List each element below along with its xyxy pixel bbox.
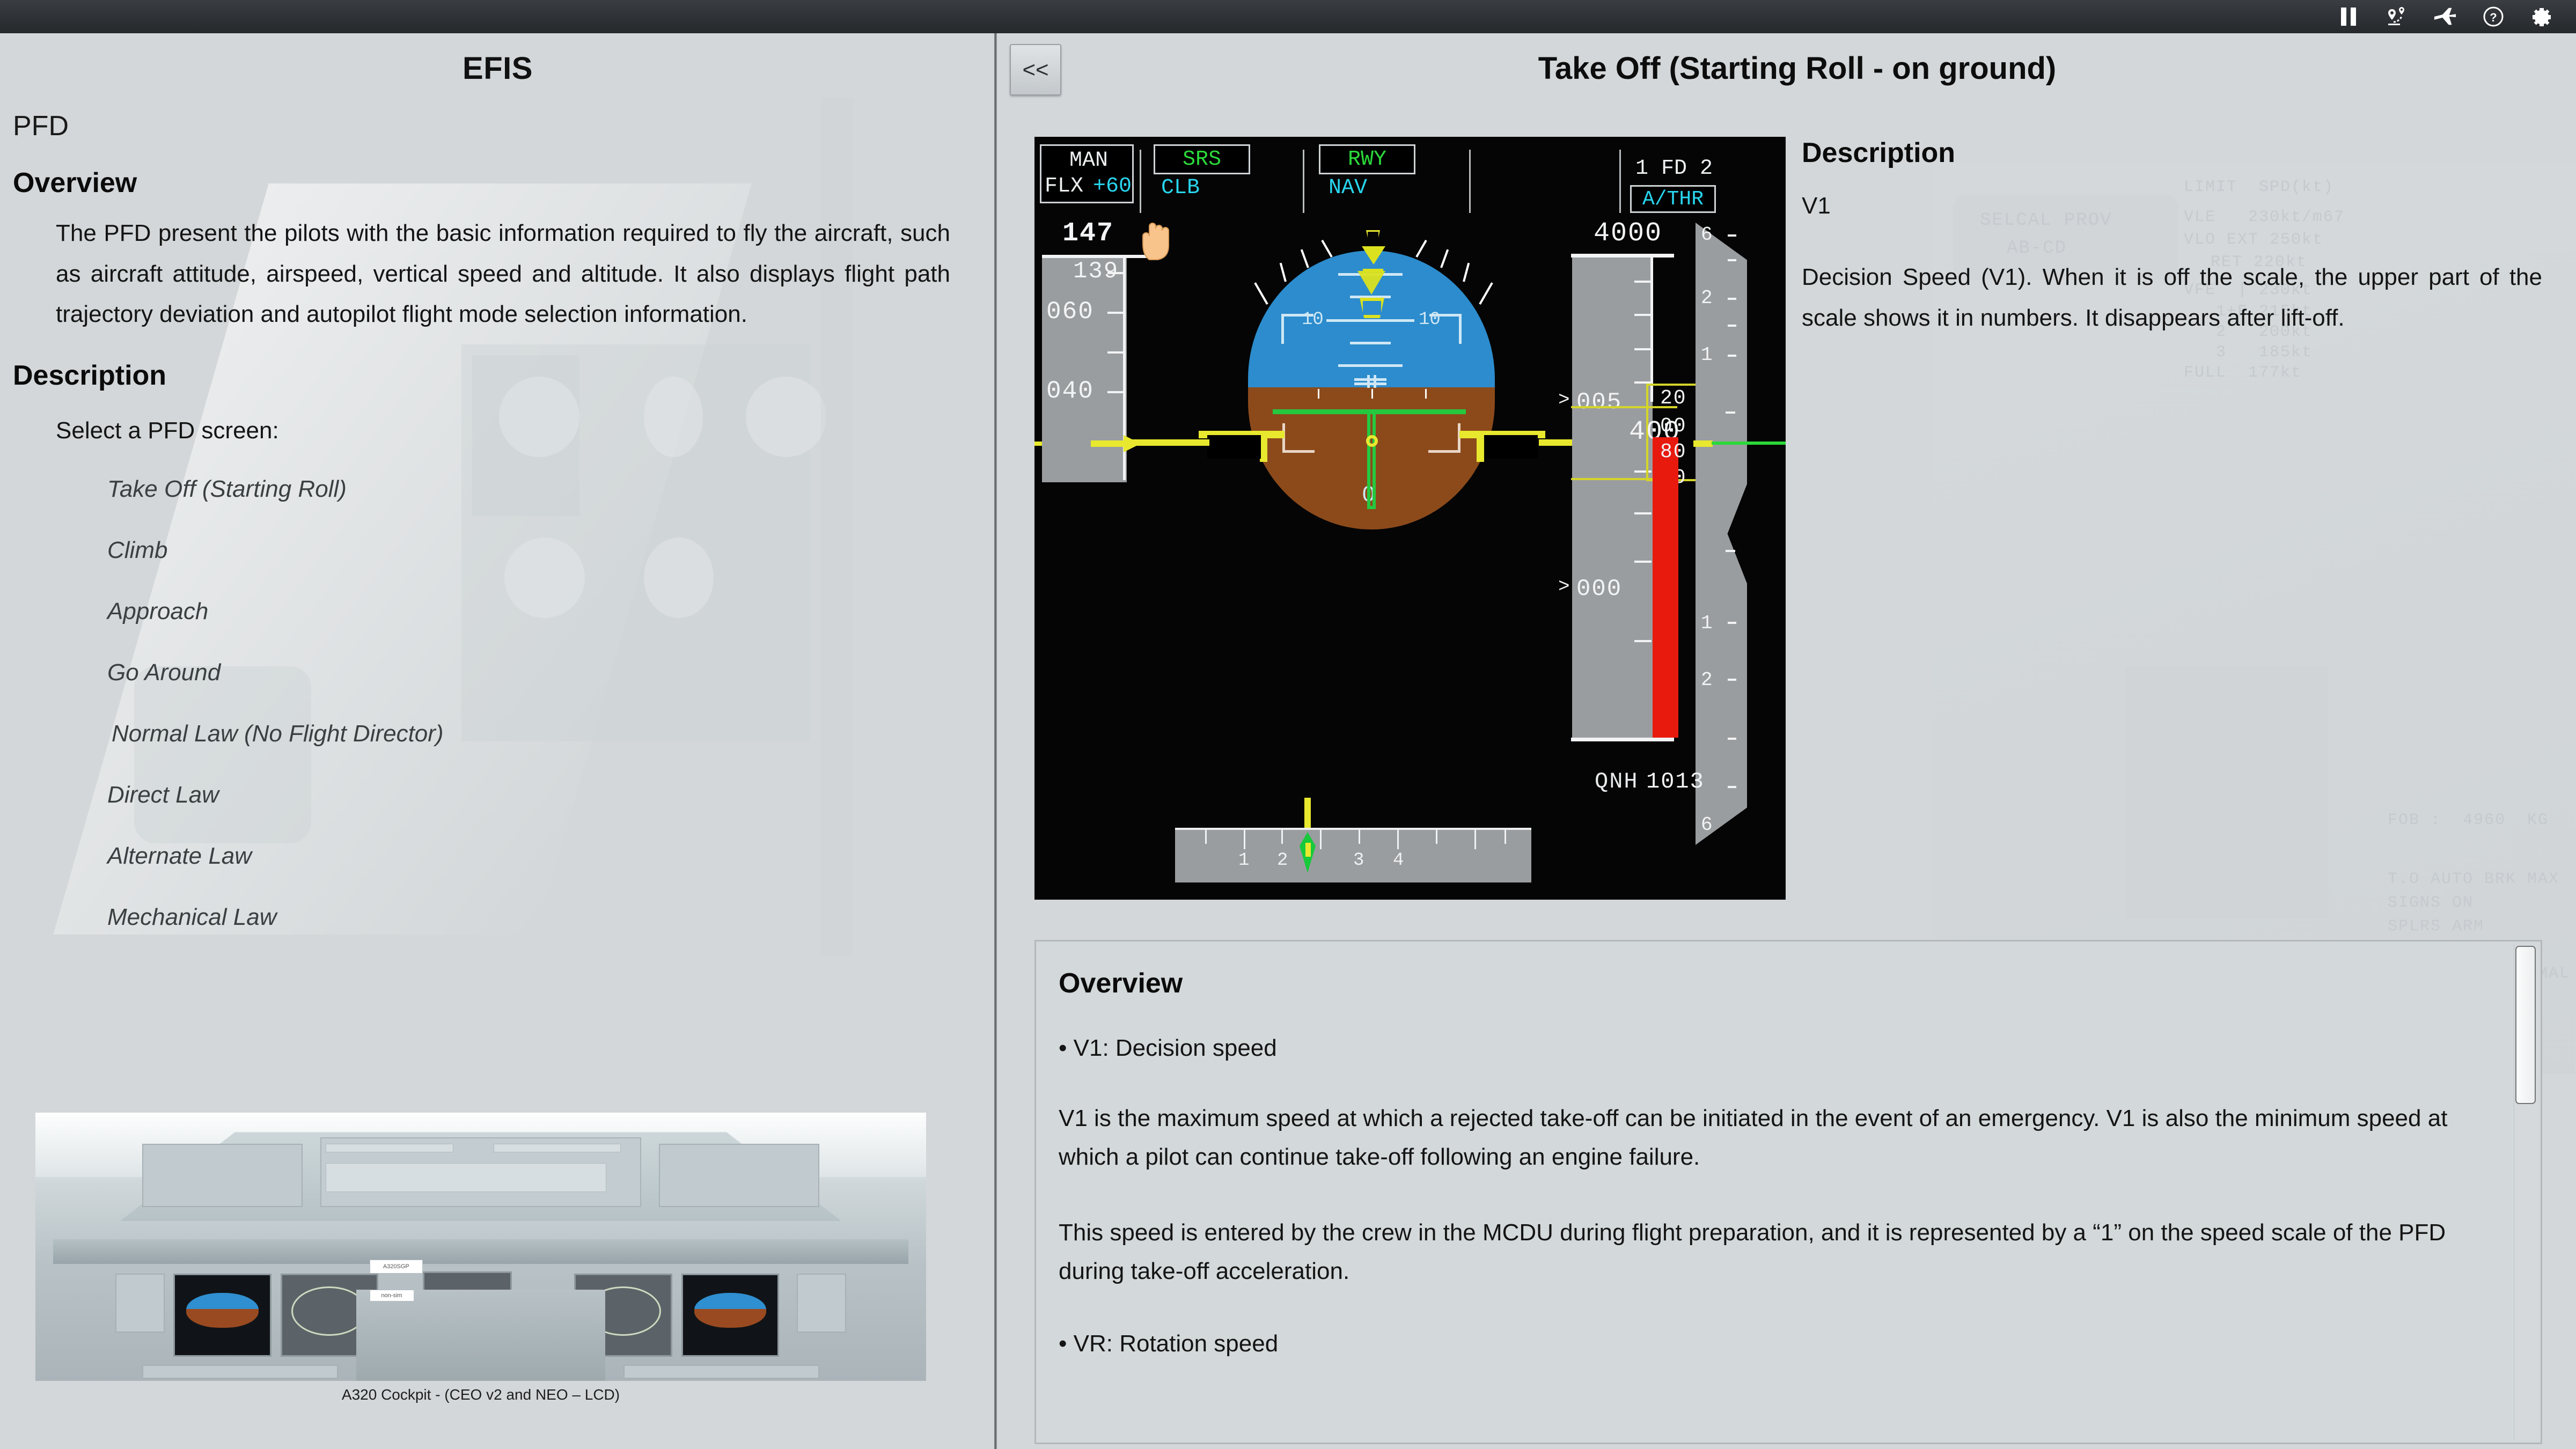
altitude-readout-top: 20	[1660, 387, 1687, 410]
screen-item-approach[interactable]: Approach	[107, 600, 208, 623]
cockpit-figure: A320SGP non-sim A320 Cockpit - (CEO v2 a…	[35, 1113, 926, 1403]
left-panel-title: EFIS	[463, 51, 533, 86]
left-panel: EFIS PFD Overview The PFD present the pi…	[0, 33, 995, 1449]
right-description-subject: V1	[1802, 193, 1831, 219]
runway-number-1: 1	[1238, 850, 1250, 871]
cockpit-caption: A320 Cockpit - (CEO v2 and NEO – LCD)	[341, 1386, 620, 1403]
screen-item-normal-law[interactable]: Normal Law (No Flight Director)	[112, 722, 444, 746]
screen-item-take-off[interactable]: Take Off (Starting Roll)	[107, 477, 347, 501]
settings-gear-icon[interactable]	[2530, 5, 2553, 28]
runway-number-4: 4	[1393, 850, 1404, 871]
pfd-screen-list: Take Off (Starting Roll) Climb Approach …	[107, 477, 995, 929]
collapse-sidebar-button[interactable]: <<	[1010, 44, 1061, 95]
altitude-readout-red: 80	[1660, 440, 1687, 464]
fma-flx-value: +60	[1093, 174, 1132, 198]
altitude-tick-000: 000	[1576, 576, 1623, 602]
overview-scrollbar[interactable]	[2514, 945, 2537, 1439]
cockpit-tag-registration: A320SGP	[369, 1260, 423, 1274]
route-map-icon[interactable]	[2385, 5, 2409, 28]
description-column: Description V1 Decision Speed (V1). When…	[1802, 137, 2542, 338]
speed-tick-040: 040	[1046, 377, 1094, 405]
fma-lateral-box: RWY	[1319, 144, 1415, 174]
fma-athr-box: A/THR	[1630, 185, 1716, 213]
cockpit-tag-nonsim: non-sim	[369, 1290, 414, 1301]
select-screen-label: Select a PFD screen:	[56, 417, 279, 444]
right-panel: << Take Off (Starting Roll - on ground) …	[997, 33, 2576, 1449]
overview-bullet-vr: • VR: Rotation speed	[1059, 1330, 1279, 1357]
overview-paragraph: The PFD present the pilots with the basi…	[56, 220, 950, 328]
overview-paragraph-2: This speed is entered by the crew in the…	[1059, 1219, 2446, 1285]
fma-rwy-label: RWY	[1347, 147, 1386, 172]
vsi-tick-1-up: 1	[1701, 344, 1714, 366]
v1-speed-value: 147	[1062, 218, 1114, 249]
vsi-tick-6-dn: 6	[1701, 814, 1714, 836]
qnh-value: 1013	[1646, 769, 1705, 795]
overview-heading: Overview	[13, 167, 137, 198]
runway-number-3: 3	[1353, 850, 1364, 871]
pitch-label-left: 10	[1302, 310, 1324, 330]
overview-paragraph-1: V1 is the maximum speed at which a rejec…	[1059, 1105, 2448, 1170]
screen-item-mechanical-law[interactable]: Mechanical Law	[107, 906, 277, 929]
fma-man-label: MAN	[1069, 149, 1109, 173]
page-title: Take Off (Starting Roll - on ground)	[1538, 51, 2057, 86]
description-heading: Description	[13, 360, 167, 392]
target-speed-value: 139	[1073, 258, 1119, 285]
pause-icon[interactable]	[2337, 5, 2360, 28]
svg-text:?: ?	[2490, 11, 2497, 24]
cockpit-photo: A320SGP non-sim	[35, 1113, 926, 1381]
speed-tick-060: 060	[1046, 298, 1094, 326]
help-icon[interactable]: ?	[2482, 5, 2505, 28]
fma-thrust-box: MAN FLX +60	[1040, 144, 1134, 203]
pitch-label-right: 10	[1419, 310, 1441, 330]
pfd-display[interactable]: MAN FLX +60 SRS CLB RWY NAV 1 FD 2 A/THR	[1034, 137, 1786, 900]
overview-bullet-v1: • V1: Decision speed	[1059, 1035, 1277, 1061]
vsi-tick-2-dn: 2	[1701, 669, 1714, 691]
overview-scrollbar-thumb[interactable]	[2515, 946, 2536, 1104]
right-description-body: Decision Speed (V1). When it is off the …	[1802, 264, 2542, 331]
altitude-tick-005: 005	[1576, 389, 1623, 416]
fma-clb-label: CLB	[1161, 176, 1200, 200]
left-panel-subtitle: PFD	[13, 111, 69, 142]
screen-item-alternate-law[interactable]: Alternate Law	[107, 844, 252, 868]
right-overview-heading: Overview	[1059, 968, 1183, 999]
airplane-icon[interactable]	[2433, 5, 2457, 28]
altitude-readout-mid: 00	[1660, 415, 1687, 438]
right-description-heading: Description	[1802, 137, 1956, 168]
selected-altitude-value: 4000	[1594, 218, 1663, 249]
qnh-label: QNH	[1595, 769, 1639, 795]
pane-divider[interactable]	[994, 33, 997, 1449]
hand-cursor-icon	[1136, 220, 1174, 270]
fma-bar: MAN FLX +60 SRS CLB RWY NAV 1 FD 2 A/THR	[1034, 142, 1786, 217]
vsi-tick-2-up: 2	[1701, 287, 1714, 309]
runway-number-2: 2	[1277, 850, 1288, 871]
fma-srs-label: SRS	[1182, 147, 1221, 172]
fma-flx-label: FLX	[1045, 174, 1084, 198]
vsi-tick-6-up: 6	[1701, 224, 1714, 246]
titlebar-tools: ?	[2337, 5, 2576, 28]
fma-fd-label: 1 FD 2	[1635, 157, 1713, 181]
screen-item-climb[interactable]: Climb	[107, 539, 167, 562]
fma-vertical-box: SRS	[1154, 144, 1250, 174]
vsi-tick-1-dn: 1	[1701, 612, 1714, 634]
overview-box: Overview • V1: Decision speed V1 is the …	[1034, 940, 2542, 1444]
screen-item-direct-law[interactable]: Direct Law	[107, 783, 219, 807]
app-titlebar: ?	[0, 0, 2576, 33]
screen-item-go-around[interactable]: Go Around	[107, 661, 221, 685]
fma-athr-label: A/THR	[1642, 187, 1704, 211]
fma-nav-label: NAV	[1329, 176, 1368, 200]
